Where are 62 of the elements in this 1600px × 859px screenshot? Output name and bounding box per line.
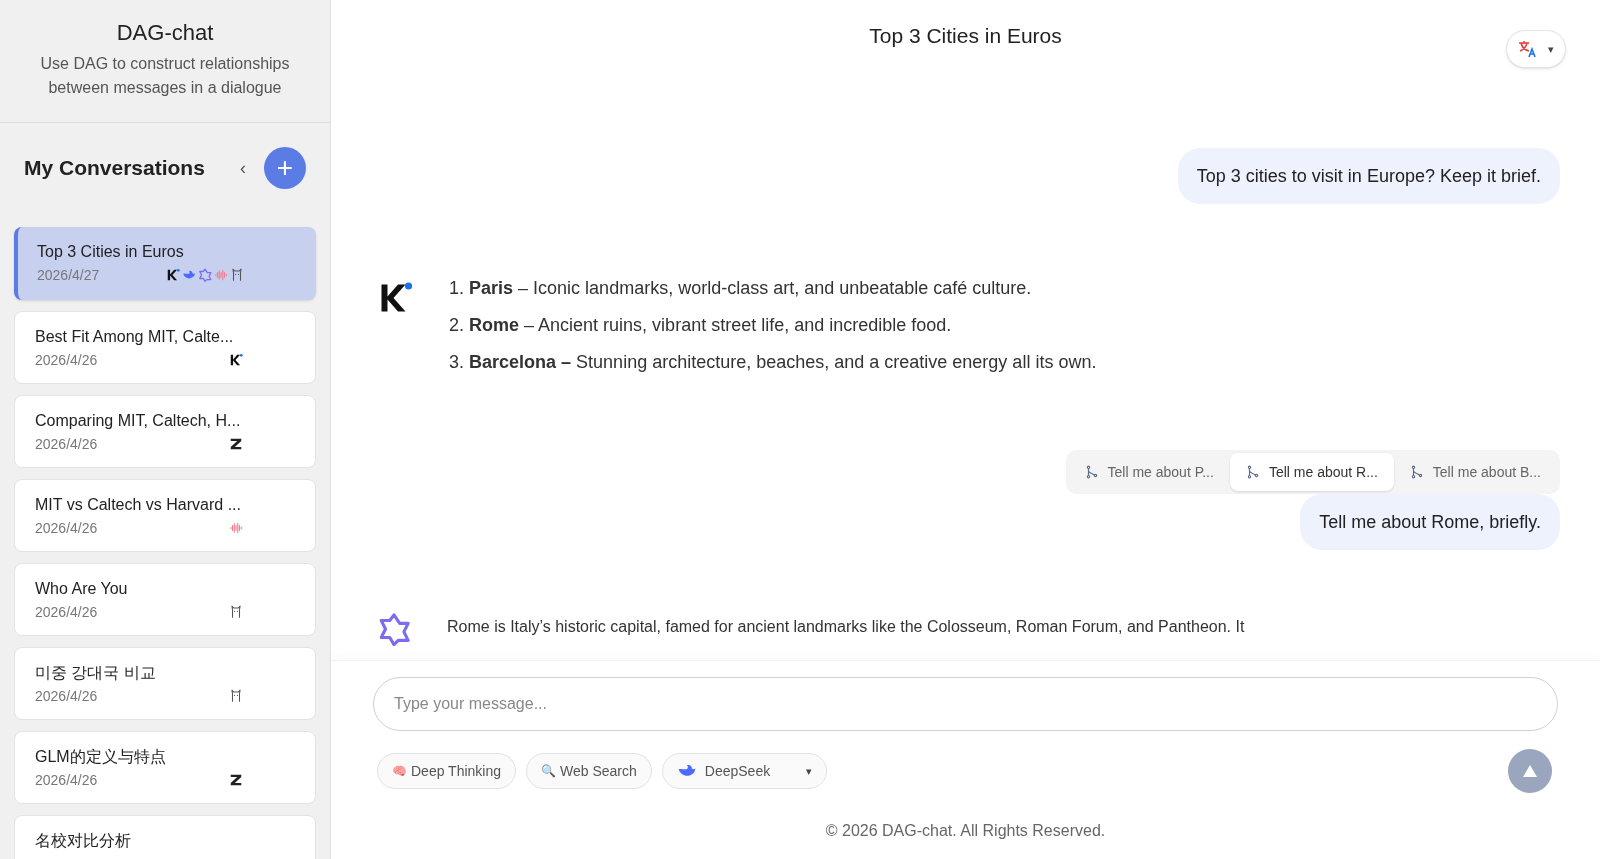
conversation-date: 2026/4/26 bbox=[35, 770, 98, 790]
list-item: 1. Paris – Iconic landmarks, world-class art, and unbeatable café culture. bbox=[449, 277, 1033, 300]
conversation-title: MIT vs Caltech vs Harvard ... bbox=[35, 495, 242, 515]
brain-icon: 🧠 bbox=[392, 762, 407, 780]
conversation-title: Top 3 Cities in Euros bbox=[37, 242, 185, 262]
user-message: Tell me about Rome, briefly. bbox=[1300, 494, 1560, 550]
swirl-star-icon bbox=[377, 612, 411, 646]
conversation-title: Comparing MIT, Caltech, H... bbox=[35, 411, 242, 431]
chat-title: Top 3 Cities in Euros bbox=[869, 23, 1062, 50]
conversation-date: 2026/4/26 bbox=[35, 518, 98, 538]
k-letter-logo-icon bbox=[166, 268, 180, 282]
deep-thinking-button[interactable]: 🧠 Deep Thinking bbox=[377, 753, 517, 789]
conversation-item[interactable]: Comparing MIT, Caltech, H... 2026/4/26 bbox=[14, 395, 316, 468]
caret-icon: ▾ bbox=[805, 762, 812, 780]
user-message: Top 3 cities to visit in Europe? Keep it brief. bbox=[1177, 148, 1560, 204]
branch-icon bbox=[1409, 465, 1424, 479]
app-subtitle: Use DAG to construct relationships between messages in a dialogue bbox=[39, 54, 291, 98]
branch-icon bbox=[1084, 465, 1099, 479]
conversation-title: 미중 강대국 비교 bbox=[35, 663, 157, 683]
list-item: 2. Rome – Ancient ruins, vibrant street life, and incredible food. bbox=[449, 314, 953, 337]
conversation-date: 2026/4/26 bbox=[35, 434, 98, 454]
conversation-date: 2026/4/26 bbox=[35, 686, 98, 706]
collapse-button[interactable]: ‹ bbox=[240, 154, 246, 182]
conversation-title: GLM的定义与特点 bbox=[35, 747, 167, 767]
branch-tab[interactable]: Tell me about P... bbox=[1068, 453, 1230, 491]
conversation-item[interactable]: Best Fit Among MIT, Calte... 2026/4/26 bbox=[14, 311, 316, 384]
conversation-item[interactable]: 미중 강대국 비교 2026/4/26 bbox=[14, 647, 316, 720]
caret-icon: ▾ bbox=[1548, 40, 1554, 58]
assistant-message: Rome is Italy’s historic capital, famed for ancient landmarks like the Colosseum, Roman Forum, and Pantheon. It bbox=[447, 617, 1245, 637]
sound-wave-icon bbox=[214, 268, 228, 282]
conversation-date: 2026/4/26 bbox=[35, 602, 98, 622]
new-conversation-button[interactable]: + bbox=[264, 147, 306, 189]
model-select[interactable]: DeepSeek ▾ bbox=[661, 753, 827, 789]
branch-tab[interactable]: Tell me about R... bbox=[1229, 453, 1394, 491]
swirl-star-icon bbox=[198, 268, 212, 282]
branch-tab[interactable]: Tell me about B... bbox=[1393, 453, 1557, 491]
translate-icon bbox=[1518, 40, 1538, 58]
up-triangle-icon bbox=[1522, 764, 1538, 778]
list-item: 3. Barcelona – Stunning architecture, beaches, and a creative energy all its own. bbox=[449, 351, 1097, 374]
branch-icon bbox=[1245, 465, 1260, 479]
z-letter-logo-icon bbox=[229, 437, 243, 451]
web-search-button[interactable]: 🔍 Web Search bbox=[526, 753, 652, 789]
conversation-title: 名校对比分析 bbox=[35, 831, 132, 851]
conversation-title: Who Are You bbox=[35, 579, 129, 599]
conversation-item[interactable]: MIT vs Caltech vs Harvard ... 2026/4/26 bbox=[14, 479, 316, 552]
app-title: DAG-chat bbox=[116, 19, 214, 47]
conversation-date: 2026/4/27 bbox=[37, 265, 100, 285]
language-button[interactable]: ▾ bbox=[1506, 30, 1566, 68]
scroll-up-button[interactable] bbox=[1508, 749, 1552, 793]
conversation-title: Best Fit Among MIT, Calte... bbox=[35, 327, 235, 347]
k-letter-logo-icon bbox=[229, 353, 243, 367]
conversation-item[interactable]: 名校对比分析 bbox=[14, 815, 316, 859]
conversation-item[interactable]: Top 3 Cities in Euros 2026/4/27 bbox=[14, 227, 316, 300]
conversation-date: 2026/4/26 bbox=[35, 350, 98, 370]
z-letter-logo-icon bbox=[229, 773, 243, 787]
message-input[interactable]: Type your message... bbox=[373, 677, 1558, 731]
conversation-item[interactable]: Who Are You 2026/4/26 bbox=[14, 563, 316, 636]
conversation-item[interactable]: GLM的定义与特点 2026/4/26 bbox=[14, 731, 316, 804]
section-title: My Conversations bbox=[24, 155, 205, 182]
search-icon: 🔍 bbox=[541, 762, 557, 780]
footer-text: © 2026 DAG-chat. All Rights Reserved. bbox=[825, 821, 1106, 841]
sound-wave-icon bbox=[229, 521, 243, 535]
